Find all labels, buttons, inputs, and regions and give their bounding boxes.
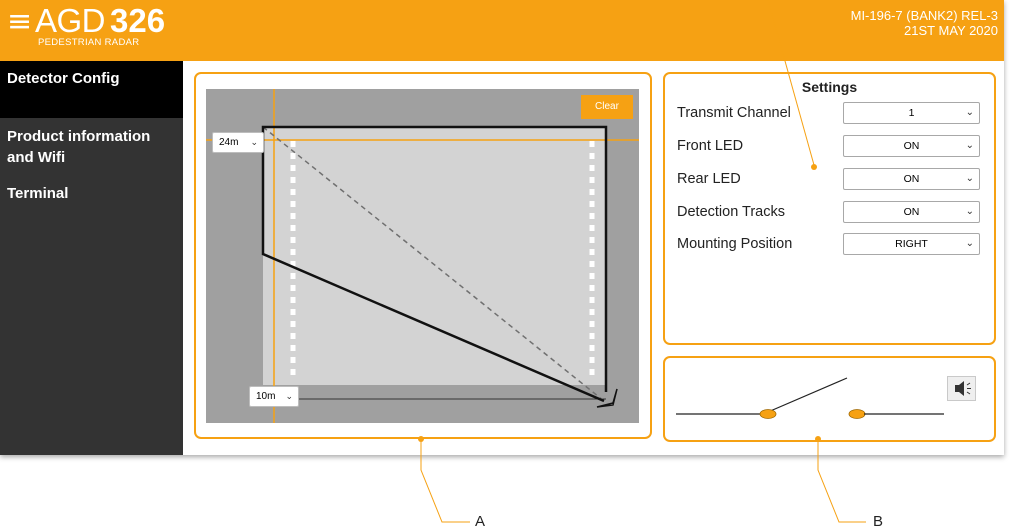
chevron-down-icon: ⌄	[965, 107, 974, 118]
rear-led-select[interactable]: ON ⌄	[843, 168, 980, 190]
sidebar-item-detector-config[interactable]: Detector Config	[0, 61, 183, 118]
range-select-value: 24m	[219, 137, 239, 148]
relay-pivot-contact	[759, 409, 777, 419]
front-led-label: Front LED	[677, 138, 744, 154]
brand-subtitle: PEDESTRIAN RADAR	[38, 37, 140, 48]
chevron-down-icon: ⌄	[965, 206, 974, 217]
speaker-glyph	[955, 381, 971, 396]
sidebar-item-label-line2: and Wifi	[7, 149, 66, 166]
detection-area	[263, 127, 606, 385]
sidebar-item-label: Detector Config	[7, 70, 120, 87]
sidebar-item-terminal[interactable]: Terminal	[0, 183, 183, 204]
rear-led-label: Rear LED	[677, 171, 741, 187]
chevron-down-icon: ⌄	[285, 391, 293, 401]
transmit-channel-value: 1	[908, 107, 915, 119]
chevron-down-icon: ⌄	[250, 137, 258, 147]
detection-tracks-select[interactable]: ON ⌄	[843, 201, 980, 223]
speaker-muted-icon[interactable]	[947, 376, 976, 401]
range-select[interactable]: 24m ⌄	[212, 132, 264, 153]
transmit-channel-select[interactable]: 1 ⌄	[843, 102, 980, 124]
version-info: MI-196-7 (BANK2) REL-3 21ST MAY 2020	[851, 8, 998, 38]
release-date: 21ST MAY 2020	[904, 23, 998, 38]
callout-b-label: B	[873, 513, 884, 530]
clear-button[interactable]: Clear	[581, 95, 633, 119]
relay-switch-arm	[767, 377, 848, 413]
sidebar-item-product-information[interactable]: Product information and Wifi	[0, 126, 183, 168]
brand-number: 326	[110, 2, 166, 39]
chevron-down-icon: ⌄	[965, 238, 974, 249]
front-led-value: ON	[903, 140, 920, 152]
detection-tracks-label: Detection Tracks	[677, 204, 785, 220]
rear-led-value: ON	[903, 173, 920, 185]
app-header: ≡ AGD 326 PEDESTRIAN RADAR MI-196-7 (BAN…	[0, 0, 1004, 61]
sidebar-item-label: Product information	[7, 128, 151, 145]
transmit-channel-label: Transmit Channel	[677, 105, 791, 121]
detection-zone-drawing	[206, 89, 639, 423]
sidebar: Detector Config Product information and …	[0, 61, 183, 455]
mounting-position-value: RIGHT	[895, 238, 928, 250]
detection-zone-canvas[interactable]	[206, 89, 639, 423]
width-select-value: 10m	[256, 391, 276, 402]
chevron-down-icon: ⌄	[965, 173, 974, 184]
detection-tracks-value: ON	[903, 206, 920, 218]
callout-a-label: A	[475, 513, 486, 530]
front-led-select[interactable]: ON ⌄	[843, 135, 980, 157]
relay-output-contact	[848, 409, 866, 419]
mounting-position-select[interactable]: RIGHT ⌄	[843, 233, 980, 255]
mounting-position-label: Mounting Position	[677, 236, 793, 252]
width-select[interactable]: 10m ⌄	[249, 386, 299, 407]
sidebar-item-label: Terminal	[7, 185, 69, 202]
settings-title: Settings	[801, 79, 858, 95]
chevron-down-icon: ⌄	[965, 140, 974, 151]
firmware-version: MI-196-7 (BANK2) REL-3	[850, 8, 998, 23]
brand-prefix: AGD	[35, 2, 106, 39]
hamburger-menu-icon[interactable]: ≡	[7, 5, 32, 39]
